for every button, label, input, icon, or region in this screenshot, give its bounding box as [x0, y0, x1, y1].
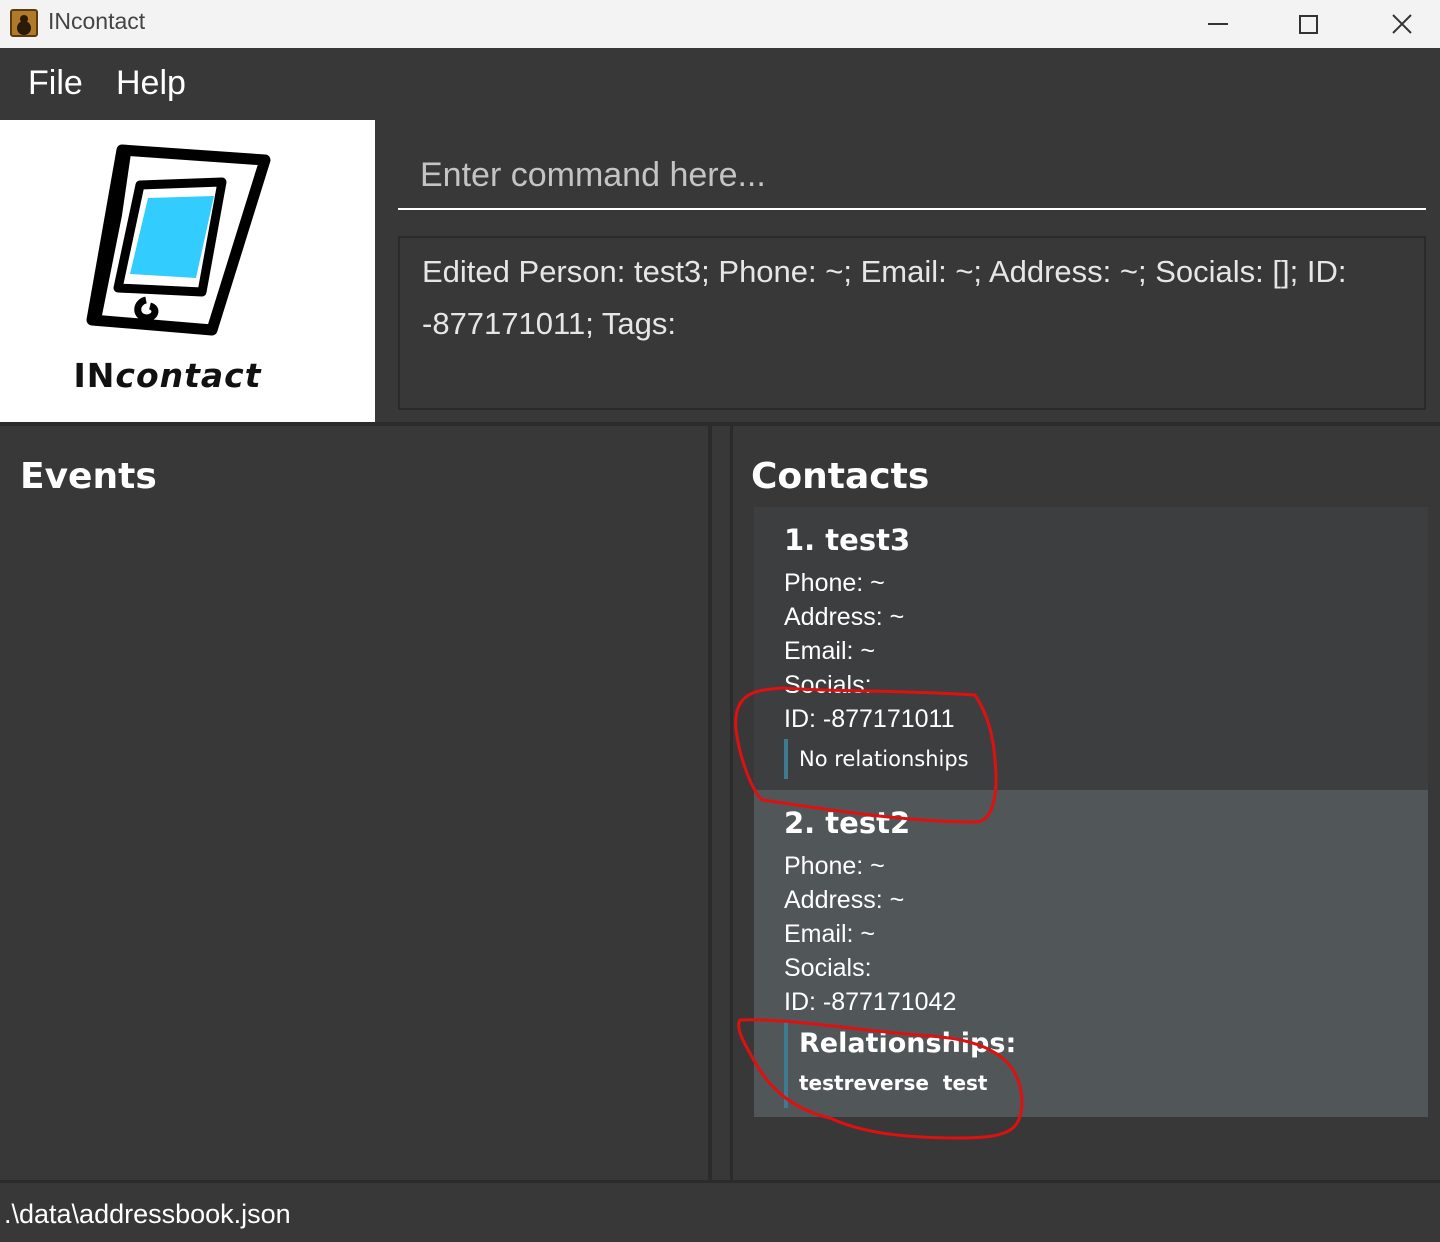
close-button[interactable] — [1356, 0, 1440, 48]
contact-name: 1. test3 — [784, 523, 911, 557]
contact-address: Address: ~ — [784, 603, 905, 631]
logo-text-contact: contact — [115, 356, 262, 395]
command-input[interactable] — [398, 142, 1426, 210]
menu-help[interactable]: Help — [116, 64, 186, 103]
relationships-list: testreverse test — [799, 1071, 988, 1095]
contact-name: 2. test2 — [784, 806, 911, 840]
contact-email: Email: ~ — [784, 637, 876, 665]
contacts-title: Contacts — [751, 456, 930, 497]
relationships-block: Relationships: testreverse test — [784, 1020, 1016, 1108]
close-icon — [1392, 14, 1412, 34]
result-area: Edited Person: test3; Phone: ~; Email: ~… — [376, 222, 1440, 422]
contacts-pane[interactable]: Contacts 1. test3 Phone: ~ Address: ~ Em… — [730, 426, 1440, 1180]
contact-id: ID: -877171042 — [784, 988, 957, 1016]
relationships-title: Relationships: — [799, 1028, 1017, 1059]
contact-address: Address: ~ — [784, 886, 905, 914]
menu-file[interactable]: File — [28, 64, 83, 103]
result-display: Edited Person: test3; Phone: ~; Email: ~… — [398, 236, 1426, 410]
minimize-button[interactable] — [1172, 0, 1264, 48]
save-location-path: .\data\addressbook.json — [4, 1199, 291, 1229]
maximize-icon — [1298, 14, 1318, 34]
logo-wordmark: INcontact — [0, 356, 335, 395]
logo-panel: INcontact — [0, 120, 375, 423]
app-icon — [10, 9, 38, 37]
contact-socials: Socials: — [784, 954, 872, 982]
minimize-icon — [1208, 23, 1228, 25]
status-bar: .\data\addressbook.json — [0, 1180, 1440, 1242]
contact-phone: Phone: ~ — [784, 852, 885, 880]
command-area — [376, 120, 1440, 220]
events-title: Events — [20, 456, 157, 497]
logo-text-in: IN — [73, 356, 116, 395]
contact-phone: Phone: ~ — [784, 569, 885, 597]
menu-bar: File Help — [0, 48, 1440, 120]
window-title: INcontact — [48, 8, 146, 34]
title-bar: INcontact — [0, 0, 1440, 48]
phone-logo-icon — [86, 144, 271, 336]
contact-socials: Socials: — [784, 671, 872, 699]
maximize-button[interactable] — [1262, 0, 1354, 48]
events-pane[interactable]: Events — [0, 426, 712, 1180]
no-relationships-label: No relationships — [799, 747, 969, 771]
contact-card[interactable]: 1. test3 Phone: ~ Address: ~ Email: ~ So… — [754, 507, 1428, 790]
relationships-block: No relationships — [784, 739, 969, 779]
contact-id: ID: -877171011 — [784, 705, 955, 733]
contact-card-selected[interactable]: 2. test2 Phone: ~ Address: ~ Email: ~ So… — [754, 790, 1428, 1117]
contact-email: Email: ~ — [784, 920, 876, 948]
